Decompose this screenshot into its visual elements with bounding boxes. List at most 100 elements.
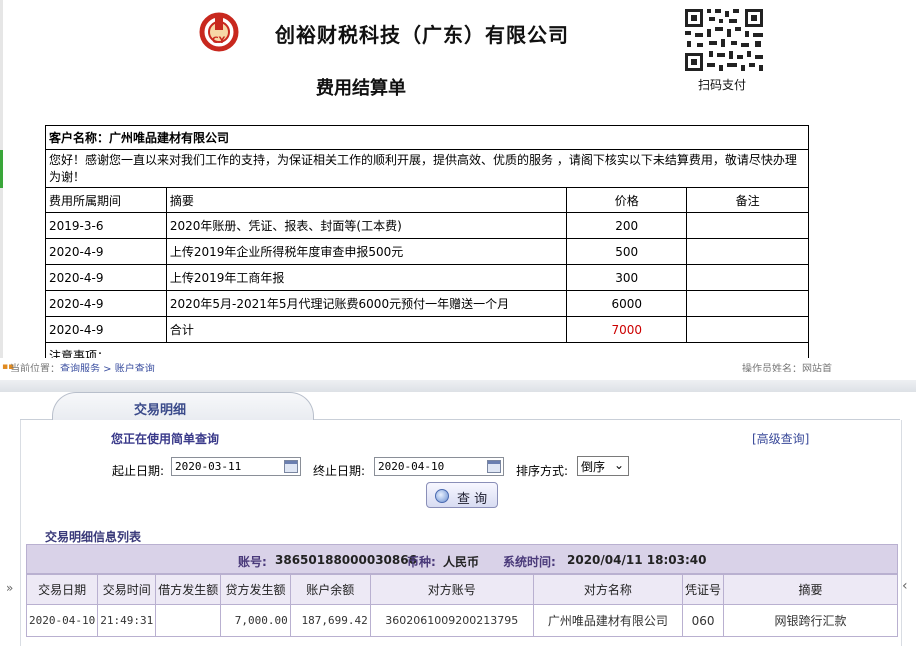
- system-time-label: 系统时间:: [503, 555, 556, 569]
- column-header: 交易日期: [25, 574, 99, 605]
- bank-transaction-page: 交易明细 您正在使用简单查询 [高级查询] 起止日期: 2020-03-11 终…: [0, 372, 916, 646]
- fee-header-row: 费用所属期间 摘要 价格 备注: [45, 187, 809, 213]
- fee-summary: 2020年账册、凭证、报表、封面等(工本费): [165, 212, 568, 239]
- column-header: 摘要: [165, 187, 568, 213]
- fee-row: 2020-4-9 上传2019年企业所得税年度审查申报500元 500: [45, 238, 809, 265]
- fee-period: 2020-4-9: [45, 316, 167, 343]
- tx-voucher: 060: [682, 604, 725, 637]
- company-name: 创裕财税科技（广东）有限公司: [275, 23, 569, 47]
- fee-total-row: 2020-4-9 合计 7000: [45, 316, 809, 343]
- fee-price: 500: [566, 238, 688, 265]
- fee-price: 300: [566, 264, 688, 291]
- customer-label: 客户名称：: [49, 131, 110, 145]
- chevron-down-icon: ⌄: [613, 458, 624, 472]
- advanced-query-link[interactable]: [高级查询]: [752, 430, 809, 447]
- expand-left-icon[interactable]: »: [6, 581, 13, 595]
- fee-period: 2020-4-9: [45, 238, 167, 265]
- svg-text:CY: CY: [212, 36, 226, 46]
- sort-label: 排序方式:: [516, 464, 569, 478]
- fee-table: 客户名称：广州唯品建材有限公司 您好！感谢您一直以来对我们工作的支持，为保证相关…: [45, 125, 809, 371]
- fee-price: 6000: [566, 290, 688, 317]
- column-header: 凭证号: [682, 574, 725, 605]
- tx-time: 21:49:31: [97, 604, 157, 637]
- end-date-label: 终止日期:: [313, 464, 366, 478]
- tx-debit: [155, 604, 222, 637]
- system-time-value: 2020/04/11 18:03:40: [567, 553, 707, 567]
- tx-credit: 7,000.00: [220, 604, 291, 637]
- column-header: 摘要: [723, 574, 898, 605]
- end-date-input[interactable]: 2020-04-10: [374, 457, 504, 476]
- fee-summary: 合计: [165, 316, 568, 343]
- fee-period: 2020-4-9: [45, 264, 167, 291]
- fee-settlement-sheet: CY 创裕财税科技（广东）有限公司 费用结算单 扫码支付 客户名称：广州唯品建材…: [0, 0, 916, 372]
- column-header: 对方名称: [532, 574, 684, 605]
- column-header: 交易时间: [97, 574, 157, 605]
- tx-date: 2020-04-10: [25, 604, 99, 637]
- account-number: 38650188000030866: [275, 553, 417, 567]
- customer-row: 客户名称：广州唯品建材有限公司: [45, 125, 809, 150]
- fee-total-price: 7000: [566, 316, 688, 343]
- tx-counter-account: 3602061009200213795: [369, 604, 534, 637]
- fee-note: [686, 290, 809, 317]
- column-header: 借方发生额: [155, 574, 222, 605]
- tab-label[interactable]: 交易明细: [134, 399, 186, 418]
- account-info-bar: 账号: 38650188000030866 币种: 人民币 系统时间: 2020…: [26, 544, 898, 574]
- qr-code-icon: [681, 5, 767, 75]
- table-row[interactable]: 2020-04-10 21:49:31 7,000.00 187,699.42 …: [25, 604, 898, 637]
- document-title: 费用结算单: [316, 78, 406, 99]
- column-header: 账户余额: [289, 574, 371, 605]
- column-header: 价格: [566, 187, 688, 213]
- search-button-label: 查 询: [457, 492, 488, 507]
- fee-row: 2019-3-6 2020年账册、凭证、报表、封面等(工本费) 200: [45, 212, 809, 239]
- sort-order-value: 倒序: [581, 460, 606, 474]
- tx-counter-name: 广州唯品建材有限公司: [532, 604, 684, 637]
- query-mode-heading: 您正在使用简单查询: [111, 432, 220, 446]
- qr-caption: 扫码支付: [698, 78, 747, 92]
- left-edge-bar: [0, 0, 3, 372]
- currency-value: 人民币: [443, 555, 480, 569]
- transaction-header-row: 交易日期 交易时间 借方发生额 贷方发生额 账户余额 对方账号 对方名称 凭证号…: [25, 574, 898, 605]
- underlying-page-strip: ▪▪ 当前位置：查询服务 > 账户查询 操作员姓名：网站首: [0, 358, 916, 372]
- start-date-label: 起止日期:: [112, 464, 165, 478]
- tx-balance: 187,699.42: [289, 604, 371, 637]
- end-date-value: 2020-04-10: [378, 460, 445, 473]
- greeting-text: 您好！感谢您一直以来对我们工作的支持，为保证相关工作的顺利开展，提供高效、优质的…: [45, 149, 809, 188]
- company-logo: CY: [199, 12, 239, 52]
- current-location: 当前位置：查询服务 > 账户查询: [10, 360, 155, 372]
- transaction-list-heading: 交易明细信息列表: [45, 530, 142, 544]
- sort-order-select[interactable]: 倒序 ⌄: [577, 456, 629, 476]
- fee-note: [686, 264, 809, 291]
- account-label: 账号:: [238, 555, 267, 569]
- location-link[interactable]: 查询服务 > 账户查询: [60, 364, 155, 372]
- top-bar: [0, 380, 916, 392]
- column-header: 费用所属期间: [45, 187, 167, 213]
- currency-label: 币种:: [407, 555, 436, 569]
- column-header: 备注: [686, 187, 809, 213]
- fee-price: 200: [566, 212, 688, 239]
- operator-info: 操作员姓名：网站首: [742, 364, 832, 372]
- transaction-table: 交易日期 交易时间 借方发生额 贷方发生额 账户余额 对方账号 对方名称 凭证号…: [25, 574, 898, 637]
- location-prefix: 当前位置：: [10, 364, 60, 372]
- greeting-row: 您好！感谢您一直以来对我们工作的支持，为保证相关工作的顺利开展，提供高效、优质的…: [45, 149, 809, 188]
- search-icon: [435, 489, 449, 503]
- tx-memo: 网银跨行汇款: [723, 604, 898, 637]
- column-header: 对方账号: [369, 574, 534, 605]
- fee-summary: 上传2019年工商年报: [165, 264, 568, 291]
- fee-row: 2020-4-9 2020年5月-2021年5月代理记账费6000元预付一年赠送…: [45, 290, 809, 317]
- fee-summary: 2020年5月-2021年5月代理记账费6000元预付一年赠送一个月: [165, 290, 568, 317]
- fee-row: 2020-4-9 上传2019年工商年报 300: [45, 264, 809, 291]
- fee-note: [686, 212, 809, 239]
- column-header: 贷方发生额: [220, 574, 291, 605]
- fee-note: [686, 316, 809, 343]
- search-button[interactable]: 查 询: [426, 482, 498, 508]
- fee-period: 2020-4-9: [45, 290, 167, 317]
- fee-note: [686, 238, 809, 265]
- fee-period: 2019-3-6: [45, 212, 167, 239]
- calendar-icon[interactable]: [487, 460, 501, 473]
- calendar-icon[interactable]: [284, 460, 298, 473]
- customer-name: 广州唯品建材有限公司: [109, 131, 230, 145]
- start-date-value: 2020-03-11: [175, 460, 242, 473]
- fee-summary: 上传2019年企业所得税年度审查申报500元: [165, 238, 568, 265]
- start-date-input[interactable]: 2020-03-11: [171, 457, 301, 476]
- collapse-right-icon[interactable]: ‹: [902, 578, 908, 594]
